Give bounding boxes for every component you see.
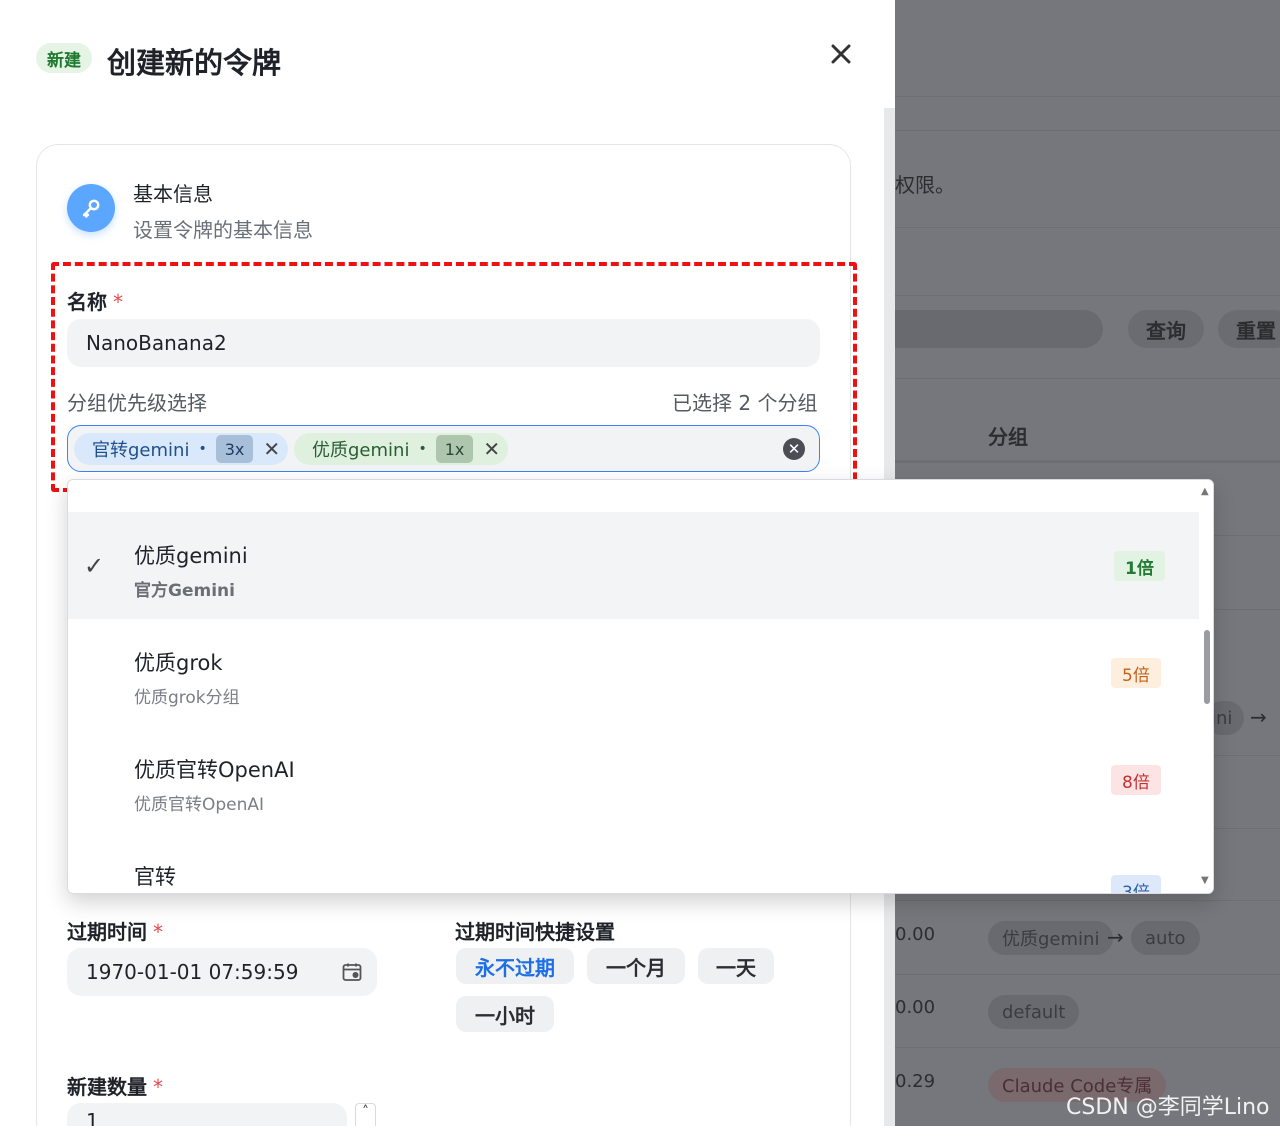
quick-expire-label: 过期时间快捷设置 xyxy=(455,920,615,944)
dropdown-option[interactable]: 官转 3倍 xyxy=(68,833,1199,893)
bg-permission-text: 权限。 xyxy=(895,173,955,197)
expire-label: 过期时间 * xyxy=(67,916,163,945)
never-expire-button[interactable]: 永不过期 xyxy=(456,948,574,984)
bg-divider xyxy=(895,1047,1280,1048)
quantity-input[interactable]: 1 xyxy=(67,1103,347,1126)
new-badge: 新建 xyxy=(36,43,92,73)
required-mark: * xyxy=(153,920,163,944)
dropdown-option[interactable]: ✓ 优质gemini 官方Gemini 1倍 xyxy=(68,512,1199,619)
option-rate-badge: 8倍 xyxy=(1111,765,1161,795)
option-rate-badge: 1倍 xyxy=(1114,551,1165,581)
dropdown-option[interactable]: 优质官转OpenAI 优质官转OpenAI 8倍 xyxy=(68,726,1199,833)
expire-input[interactable]: 1970-01-01 07:59:59 xyxy=(67,948,377,996)
scroll-up-icon[interactable]: ▲ xyxy=(1201,486,1209,497)
bg-query-button: 查询 xyxy=(1128,310,1204,348)
option-desc: 优质grok分组 xyxy=(134,688,240,708)
bg-arrow: → xyxy=(1250,705,1267,729)
one-hour-button[interactable]: 一小时 xyxy=(456,996,554,1032)
option-rate-badge: 3倍 xyxy=(1111,875,1161,893)
watermark: CSDN @李同学Lino xyxy=(1066,1095,1270,1120)
option-name: 优质官转OpenAI xyxy=(134,758,295,782)
expire-label-text: 过期时间 xyxy=(67,920,147,944)
calendar-icon[interactable] xyxy=(342,962,362,987)
section-subtitle: 设置令牌的基本信息 xyxy=(133,218,313,242)
bg-amount: 0.00 xyxy=(895,997,936,1018)
option-name: 优质gemini xyxy=(134,544,248,568)
drawer-title: 创建新的令牌 xyxy=(107,46,282,80)
expire-value: 1970-01-01 07:59:59 xyxy=(86,960,299,984)
bg-divider xyxy=(895,227,1280,228)
bg-reset-button: 重置 xyxy=(1218,310,1280,348)
bg-divider xyxy=(895,974,1280,975)
bg-group-header: 分组 xyxy=(988,425,1028,449)
close-icon[interactable] xyxy=(826,39,856,69)
group-dropdown: ✓ 优质gemini 官方Gemini 1倍 优质grok 优质grok分组 5… xyxy=(67,479,1214,894)
option-rate-badge: 5倍 xyxy=(1111,658,1161,688)
bg-amount: 0.29 xyxy=(895,1071,936,1092)
bg-divider xyxy=(895,378,1280,379)
bg-search-input xyxy=(895,310,1103,348)
bg-divider xyxy=(895,460,1280,463)
bg-route-pill: auto xyxy=(1131,921,1200,955)
section-title: 基本信息 xyxy=(133,182,213,206)
bg-divider xyxy=(895,96,1280,97)
bg-group-pill: 优质gemini xyxy=(988,921,1114,955)
bg-divider xyxy=(895,900,1280,901)
bg-divider xyxy=(895,295,1280,296)
option-desc: 优质官转OpenAI xyxy=(134,795,265,815)
dropdown-scroll-thumb[interactable] xyxy=(1204,630,1210,704)
bg-divider xyxy=(895,130,1280,131)
key-icon xyxy=(67,184,115,232)
bg-group-pill: default xyxy=(988,995,1080,1029)
scroll-down-icon[interactable]: ▼ xyxy=(1201,875,1209,886)
one-month-button[interactable]: 一个月 xyxy=(587,948,685,984)
quantity-label: 新建数量 * xyxy=(67,1071,163,1100)
option-name: 优质grok xyxy=(134,651,223,675)
quantity-value: 1 xyxy=(86,1109,99,1126)
dropdown-option[interactable]: 优质grok 优质grok分组 5倍 xyxy=(68,619,1199,726)
one-day-button[interactable]: 一天 xyxy=(698,948,774,984)
option-name: 官转 xyxy=(134,865,176,889)
bg-arrow: → xyxy=(1107,925,1124,949)
bg-amount: 0.00 xyxy=(895,924,936,945)
check-icon: ✓ xyxy=(84,552,105,580)
quantity-label-text: 新建数量 xyxy=(67,1075,147,1099)
option-desc: 官方Gemini xyxy=(134,581,235,601)
required-mark: * xyxy=(153,1075,163,1099)
quantity-stepper-up[interactable]: ˄ xyxy=(355,1103,376,1126)
highlight-annotation xyxy=(51,262,857,492)
